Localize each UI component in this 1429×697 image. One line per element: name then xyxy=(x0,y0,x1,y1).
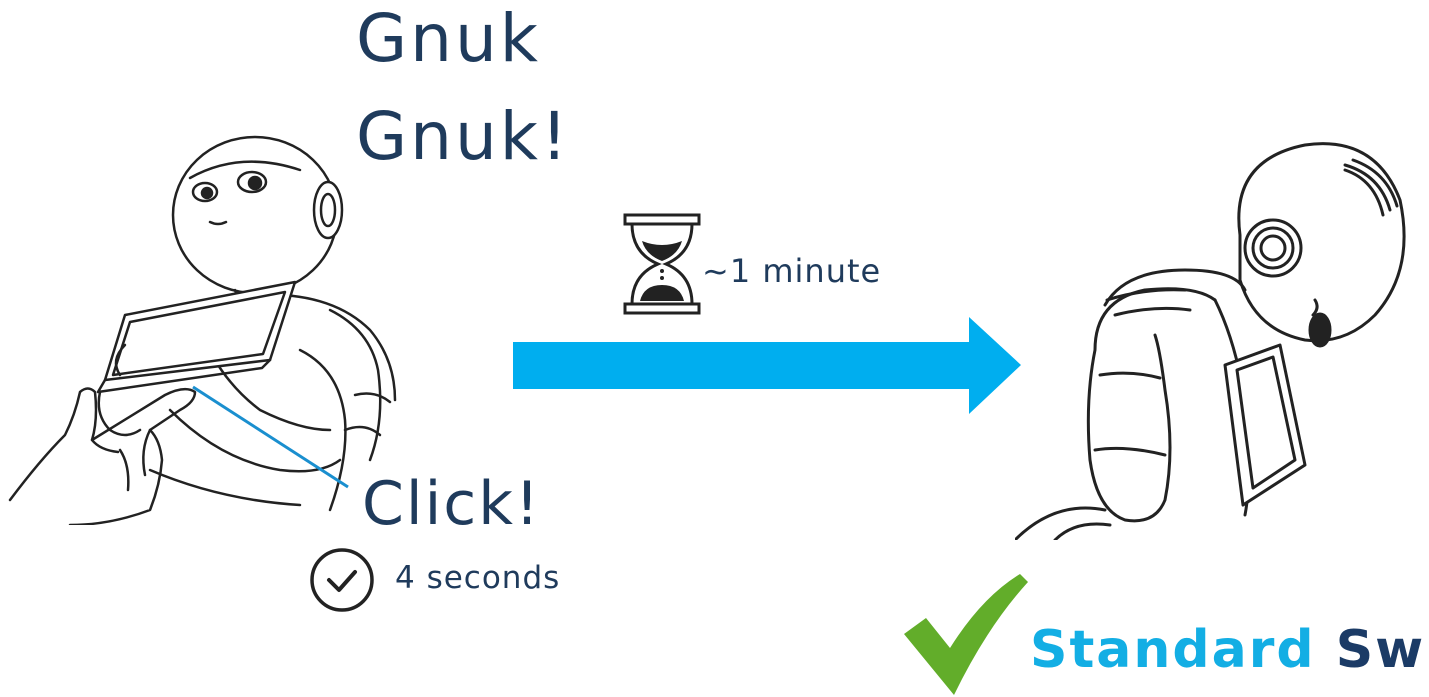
wait-duration-label: ~1 minute xyxy=(702,252,882,290)
hourglass-icon xyxy=(623,213,701,315)
robot-arm xyxy=(1086,333,1172,523)
sound-text-line2: Gnuk! xyxy=(356,98,571,175)
clock-check-icon xyxy=(310,548,374,612)
result-label: Standard Swit xyxy=(1030,624,1429,676)
click-label: Click! xyxy=(362,469,542,539)
hold-duration-label: 4 seconds xyxy=(395,560,561,596)
result-word2: Swit xyxy=(1335,620,1429,680)
result-word1: Standard xyxy=(1030,620,1316,680)
checkmark-icon xyxy=(904,574,1028,695)
right-arrow-icon xyxy=(513,317,1021,414)
robot-bowing-illustration xyxy=(1015,120,1429,540)
sound-text-line1: Gnuk xyxy=(356,0,542,77)
